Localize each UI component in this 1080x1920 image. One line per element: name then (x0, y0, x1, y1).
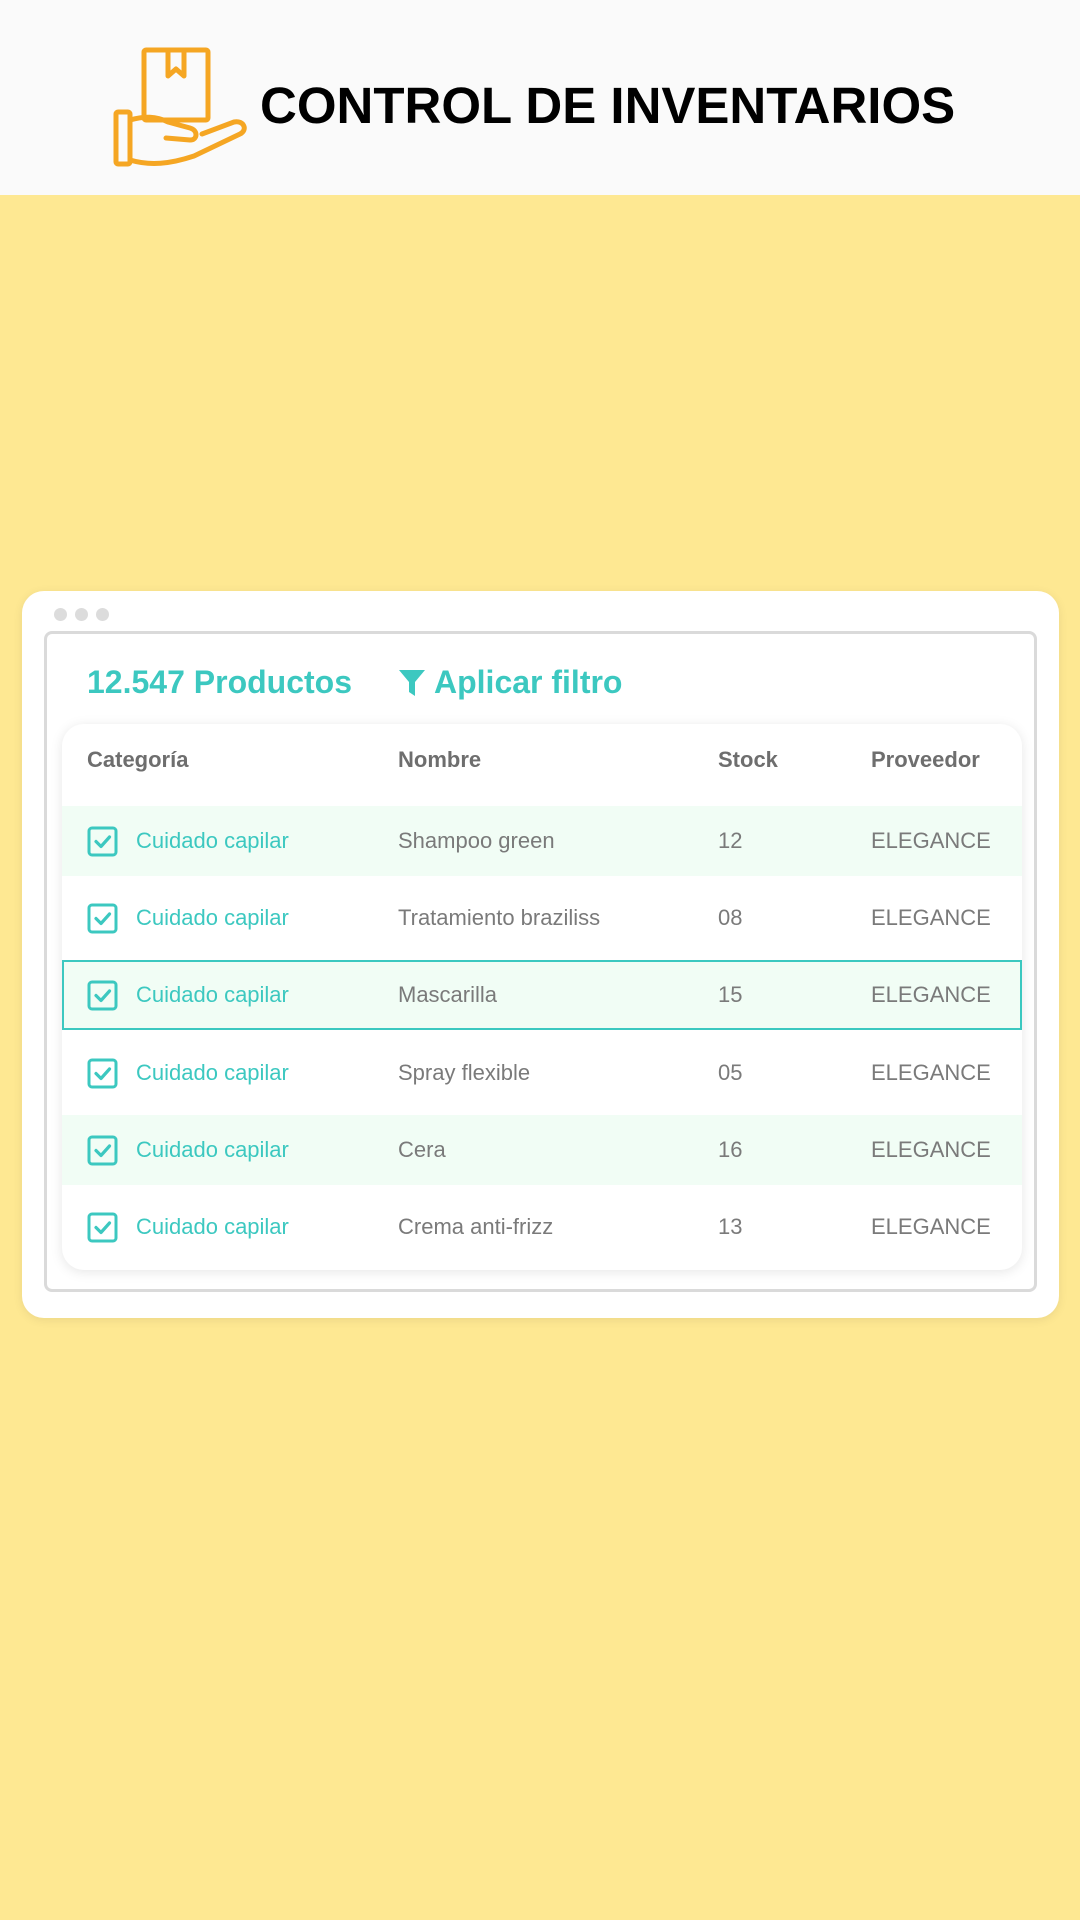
window-content: 12.547 Productos Aplicar filtro Categorí… (44, 631, 1037, 1292)
cell-category: Cuidado capilar (136, 828, 289, 853)
cell-provider: ELEGANCE (871, 905, 991, 930)
app-header: CONTROL DE INVENTARIOS (0, 0, 1080, 195)
cell-category: Cuidado capilar (136, 982, 289, 1007)
table-header: Categoría Nombre Stock Proveedor (62, 724, 1022, 806)
apply-filter-label: Aplicar filtro (434, 664, 623, 700)
cell-name: Cera (398, 1137, 446, 1162)
table-row[interactable]: Cuidado capilar Cera 16 ELEGANCE (62, 1115, 1022, 1185)
cell-provider: ELEGANCE (871, 1137, 991, 1162)
cell-stock: 12 (718, 828, 743, 853)
window-controls (54, 608, 109, 621)
cell-provider: ELEGANCE (871, 982, 991, 1007)
cell-name: Spray flexible (398, 1060, 531, 1085)
cell-name: Shampoo green (398, 828, 555, 853)
checkbox-checked-icon[interactable] (87, 826, 118, 857)
apply-filter-button[interactable]: Aplicar filtro (398, 664, 622, 701)
cell-stock: 08 (718, 905, 743, 930)
table-row[interactable]: Cuidado capilar Crema anti-frizz 13 ELEGANC… (62, 1192, 1022, 1262)
cell-provider: ELEGANCE (871, 1214, 991, 1239)
cell-name: Mascarilla (398, 982, 498, 1007)
inventory-window: 12.547 Productos Aplicar filtro Categorí… (22, 591, 1059, 1318)
checkbox-checked-icon[interactable] (87, 980, 118, 1011)
column-header-provider[interactable]: Proveedor (871, 747, 980, 773)
cell-category: Cuidado capilar (136, 905, 289, 930)
window-dot (96, 608, 109, 621)
cell-name: Crema anti-frizz (398, 1214, 554, 1239)
column-header-stock[interactable]: Stock (718, 747, 778, 773)
window-dot (54, 608, 67, 621)
cell-category: Cuidado capilar (136, 1214, 289, 1239)
table-row[interactable]: Cuidado capilar Tratamiento braziliss 08 EL… (62, 883, 1022, 953)
table-row-selected[interactable]: Cuidado capilar Mascarilla 15 ELEGANCE (62, 960, 1022, 1030)
page-title: CONTROL DE INVENTARIOS (260, 77, 956, 134)
cell-provider: ELEGANCE (871, 1060, 991, 1085)
column-header-name[interactable]: Nombre (398, 747, 481, 773)
cell-stock: 15 (718, 982, 743, 1007)
checkbox-checked-icon[interactable] (87, 1058, 118, 1089)
checkbox-checked-icon[interactable] (87, 1135, 118, 1166)
funnel-icon (399, 669, 425, 696)
product-count: 12.547 Productos (87, 664, 352, 700)
table-row[interactable]: Cuidado capilar Shampoo green 12 ELEGANCE (62, 806, 1022, 876)
cell-stock: 13 (718, 1214, 743, 1239)
column-header-category[interactable]: Categoría (87, 747, 188, 773)
cell-stock: 16 (718, 1137, 743, 1162)
inventory-table: Categoría Nombre Stock Proveedor Cuidado… (62, 724, 1022, 1270)
cell-provider: ELEGANCE (871, 828, 991, 853)
hand-holding-box-icon (113, 47, 247, 167)
table-row[interactable]: Cuidado capilar Spray flexible 05 ELEGANCE (62, 1038, 1022, 1108)
window-dot (75, 608, 88, 621)
checkbox-checked-icon[interactable] (87, 1212, 118, 1243)
checkbox-checked-icon[interactable] (87, 903, 118, 934)
cell-name: Tratamiento braziliss (398, 905, 601, 930)
cell-category: Cuidado capilar (136, 1060, 289, 1085)
cell-category: Cuidado capilar (136, 1137, 289, 1162)
cell-stock: 05 (718, 1060, 743, 1085)
